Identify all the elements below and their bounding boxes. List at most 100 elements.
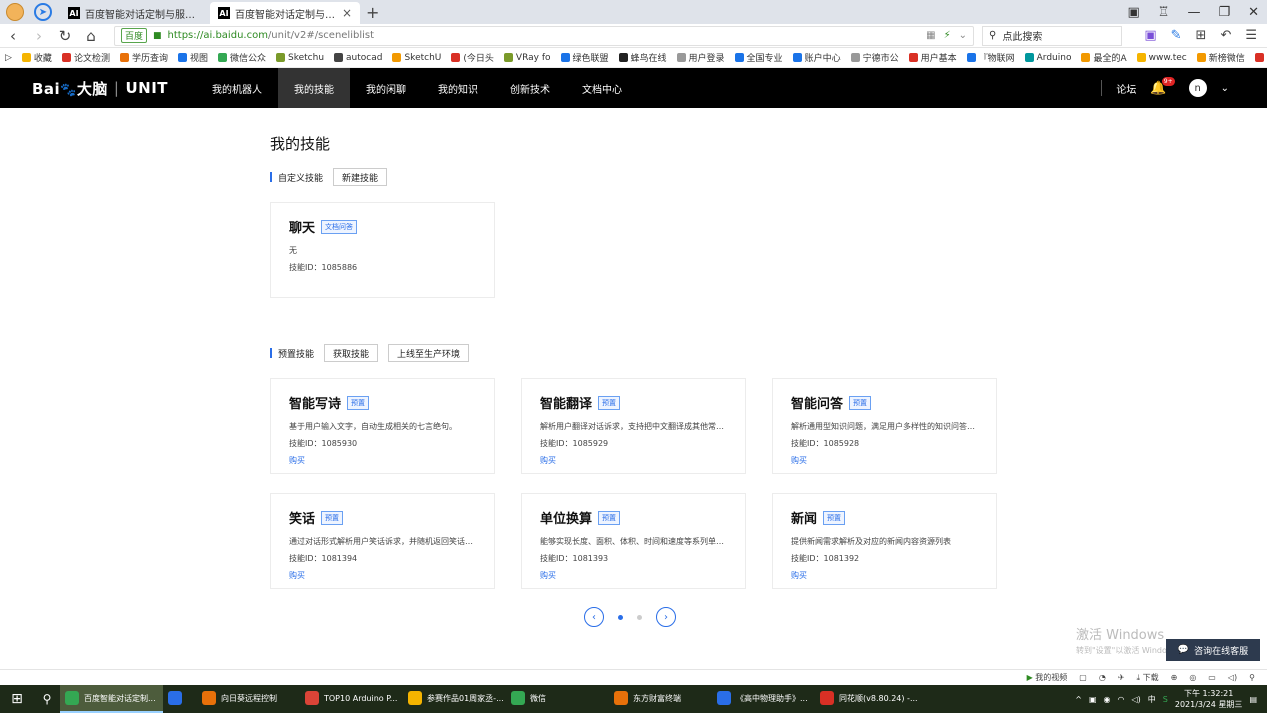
taskbar-app[interactable]: 百度智能对话定制... [60,685,163,713]
bookmark-item[interactable]: (今日头 [446,51,499,64]
bookmark-item[interactable]: 用户基本 [904,51,962,64]
tab-list-icon[interactable]: ▣ [1127,5,1139,20]
window-icon[interactable]: ▭ [1208,673,1216,682]
nav-item[interactable]: 我的机器人 [196,68,278,108]
qr-icon[interactable]: ▦ [926,30,935,41]
speaker-icon[interactable]: ◁) [1132,695,1141,704]
preset-skill-card[interactable]: 智能写诗 预置 基于用户输入文字，自动生成相关的七言绝句。 技能ID：1085930 购… [270,378,495,474]
preset-skill-card[interactable]: 单位换算 预置 能够实现长度、面积、体积、时间和速度等系列单位... 技能ID：108… [521,493,746,589]
sidebar-toggle-icon[interactable]: ▷ [0,53,17,63]
nav-item[interactable]: 我的技能 [278,68,351,108]
tray-network-icon[interactable]: ◉ [1104,695,1111,704]
bookmark-item[interactable]: 学历查询 [115,51,173,64]
bookmark-item[interactable]: www.tec [1132,53,1192,63]
preset-skill-card[interactable]: 智能问答 预置 解析通用型知识问题，满足用户多样性的知识问答和... 技能ID：108… [772,378,997,474]
nav-item[interactable]: 我的闲聊 [350,68,422,108]
deploy-production-button[interactable]: 上线至生产环境 [388,344,470,362]
bookmark-item[interactable]: 全国专业 [730,51,788,64]
taskbar-app[interactable]: 微信 [506,685,609,713]
browser-icon[interactable]: ◎ [1189,673,1196,682]
bookmark-item[interactable]: 论文检测 [57,51,115,64]
pager-dot-1[interactable] [618,614,623,620]
apps-grid-icon[interactable]: ⊞ [1196,28,1207,43]
bookmark-item[interactable]: Arduino [1020,53,1077,63]
wifi-icon[interactable]: ◠ [1118,695,1125,704]
taskbar-app[interactable]: 参赛作品01周家丞-... [403,685,506,713]
buy-link[interactable]: 购买 [540,570,727,581]
restore-icon[interactable]: ❐ [1218,5,1230,20]
bookmark-item[interactable]: 视图 [173,51,213,64]
volume-icon[interactable]: ◁) [1228,673,1237,682]
custom-skill-card[interactable]: 聊天 文档问答 无 技能ID：1085886 [270,202,495,298]
buy-link[interactable]: 购买 [289,570,476,581]
profile-avatar[interactable] [6,3,24,21]
ime-indicator[interactable]: 中 [1148,694,1156,705]
bookmark-item[interactable]: 账户中心 [788,51,846,64]
notification-center-icon[interactable]: ▤ [1249,695,1257,704]
taskbar-app[interactable]: 同花顺(v8.80.24) -... [815,685,918,713]
avatar[interactable]: n [1188,79,1207,97]
preset-skill-card[interactable]: 笑话 预置 通过对话形式解析用户笑话诉求，并随机返回笑话文... 技能ID：10813… [270,493,495,589]
my-video-link[interactable]: ▶ 我的视频 [1027,672,1068,683]
taskbar-app[interactable]: TOP10 Arduino P... [300,685,403,713]
tray-app-icon[interactable]: ▣ [1089,695,1097,704]
undo-icon[interactable]: ↶ [1220,28,1231,43]
close-icon[interactable]: × [342,6,352,20]
pager-dot-2[interactable] [637,614,642,620]
new-tab-icon[interactable]: + [366,3,379,22]
system-clock[interactable]: 下午 1:32:21 2021/3/24 星期三 [1175,688,1243,710]
bookmark-item[interactable]: 收藏 [17,51,57,64]
nav-item[interactable]: 文档中心 [566,68,638,108]
taskbar-app[interactable]: 向日葵远程控制 [197,685,300,713]
cleaner-icon[interactable]: ⊕ [1171,673,1178,682]
minimize-icon[interactable]: — [1187,5,1200,20]
tray-expand-icon[interactable]: ^ [1075,695,1082,704]
bookmark-item[interactable]: SketchU [387,53,446,63]
taskbar-app[interactable] [163,685,197,713]
bookmark-item[interactable]: 主页 - [1250,51,1267,64]
back-icon[interactable]: ‹ [0,27,26,45]
navigate-icon[interactable]: ➤ [34,3,52,21]
url-input[interactable]: 百度 ■ https://ai.baidu.com/unit/v2#/scene… [114,25,974,46]
bookmark-item[interactable]: autocad [329,53,387,63]
buy-link[interactable]: 购买 [791,455,978,466]
preset-skill-card[interactable]: 智能翻译 预置 解析用户翻译对话诉求，支持把中文翻译成其他常见... 技能ID：108… [521,378,746,474]
baidu-unit-logo[interactable]: Bai🐾大脑 | UNIT [32,78,168,99]
bookmark-item[interactable]: 蜂鸟在线 [614,51,672,64]
tools-icon[interactable]: ✈ [1118,673,1125,682]
online-support-button[interactable]: 💬 咨询在线客服 [1166,639,1260,661]
chevron-down-icon[interactable]: ⌄ [959,30,967,41]
nav-item[interactable]: 创新技术 [494,68,566,108]
bookmark-item[interactable]: 最全的A [1076,51,1131,64]
bookmark-item[interactable]: 宁德市公 [846,51,904,64]
buy-link[interactable]: 购买 [289,455,476,466]
lightning-icon[interactable]: ⚡ [944,30,951,41]
forward-icon[interactable]: › [26,27,52,45]
zoom-icon[interactable]: ⚲ [1249,673,1255,682]
bell-icon[interactable]: 🔔 9+ [1150,76,1175,96]
home-icon[interactable]: ⌂ [78,27,104,45]
bookmark-item[interactable]: 绿色联盟 [556,51,614,64]
forum-link[interactable]: 论坛 [1116,81,1136,96]
screenshot-icon[interactable]: ▢ [1079,673,1087,682]
close-window-icon[interactable]: ✕ [1248,5,1259,20]
bookmark-item[interactable]: Sketchu [271,53,329,63]
search-icon[interactable]: ⚲ [34,692,60,706]
buy-link[interactable]: 购买 [791,570,978,581]
translate-icon[interactable]: ✎ [1171,28,1182,43]
buy-link[interactable]: 购买 [540,455,727,466]
search-input[interactable]: ⚲ 点此搜索 [982,25,1122,46]
bookmark-item[interactable]: 『物联网 [962,51,1020,64]
taskbar-app[interactable]: 东方财富终端 [609,685,712,713]
shield-icon[interactable]: S [1163,695,1168,704]
browser-tab-2[interactable]: AI 百度智能对话定制与服务平台(U × [210,2,360,24]
skin-icon[interactable]: ♖ [1158,5,1170,20]
browser-tab-1[interactable]: AI 百度智能对话定制与服务平台(U [60,2,210,24]
bookmark-item[interactable]: VRay fo [499,53,556,63]
prev-page-button[interactable]: ‹ [584,607,604,627]
bookmark-item[interactable]: 用户登录 [672,51,730,64]
windows-start-icon[interactable]: ⊞ [0,685,34,713]
bookmark-item[interactable]: 新榜微信 [1192,51,1250,64]
next-page-button[interactable]: › [656,607,676,627]
reload-icon[interactable]: ↻ [52,27,78,45]
